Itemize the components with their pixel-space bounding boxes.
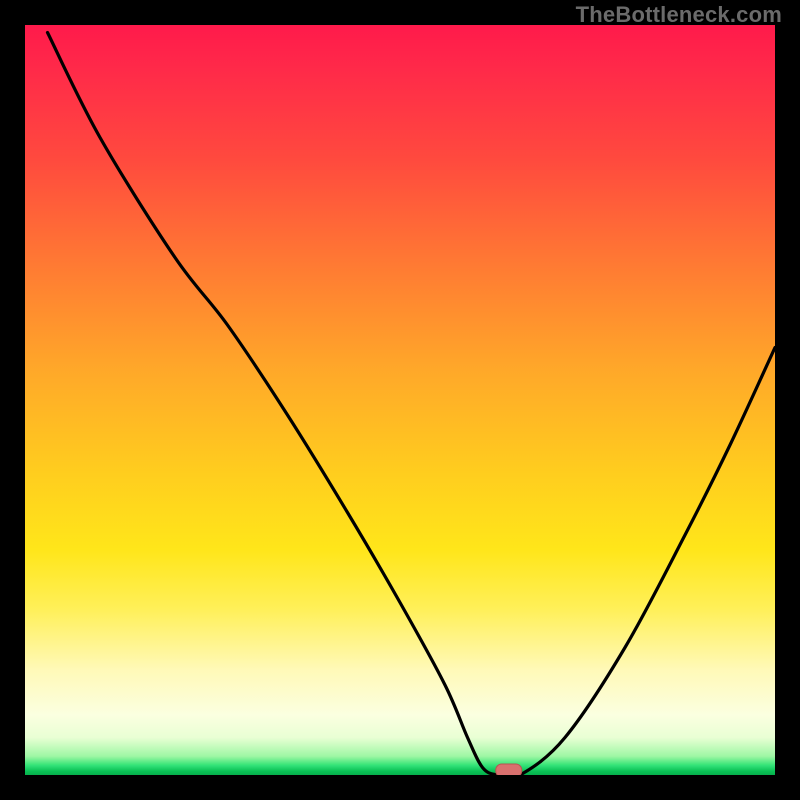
chart-frame: TheBottleneck.com: [0, 0, 800, 800]
bottleneck-curve-line: [48, 33, 776, 776]
watermark-text: TheBottleneck.com: [576, 2, 782, 28]
plot-area: [25, 25, 775, 775]
optimum-marker: [496, 764, 522, 775]
curve-overlay: [25, 25, 775, 775]
